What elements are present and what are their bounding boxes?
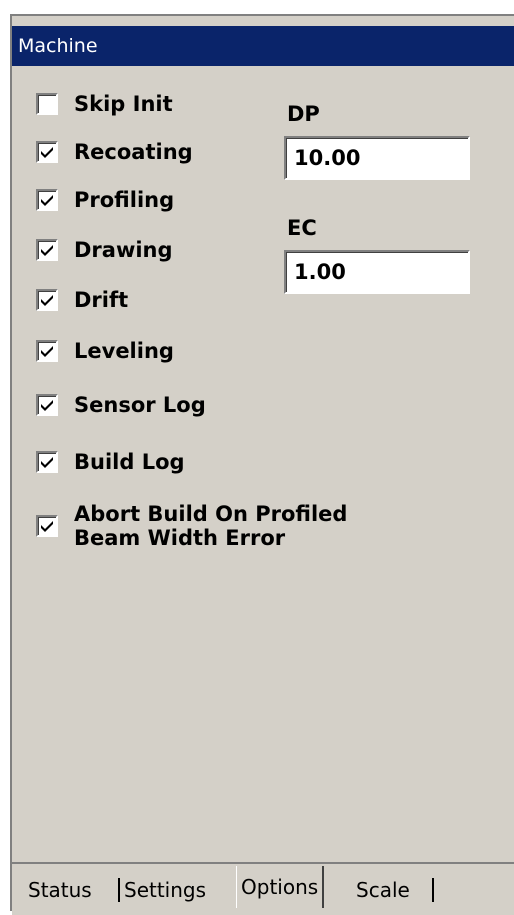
tab-status[interactable]: Status	[28, 874, 92, 906]
checkbox-box[interactable]	[36, 515, 58, 537]
checkbox-box[interactable]	[36, 451, 58, 473]
checkbox-build-log[interactable]: Build Log	[36, 450, 185, 474]
tab-scale[interactable]: Scale	[356, 874, 410, 906]
checkbox-skip-init[interactable]: Skip Init	[36, 92, 173, 116]
checkbox-label: Drift	[74, 288, 129, 312]
checkmark-icon	[41, 457, 53, 468]
checkbox-box[interactable]	[36, 93, 58, 115]
checkbox-box[interactable]	[36, 289, 58, 311]
checkbox-drawing[interactable]: Drawing	[36, 238, 173, 262]
checkbox-box[interactable]	[36, 239, 58, 261]
checkmark-icon	[41, 346, 53, 357]
checkbox-sensor-log[interactable]: Sensor Log	[36, 393, 206, 417]
checkbox-box[interactable]	[36, 189, 58, 211]
checkmark-icon	[41, 147, 53, 158]
checkbox-label: Recoating	[74, 140, 193, 164]
checkbox-label: Build Log	[74, 450, 185, 474]
checkmark-icon	[41, 195, 53, 206]
dp-field[interactable]	[284, 136, 470, 180]
checkmark-icon	[41, 521, 53, 532]
checkbox-box[interactable]	[36, 394, 58, 416]
checkbox-label: Skip Init	[74, 92, 173, 116]
checkbox-label: Drawing	[74, 238, 173, 262]
panel-title: Machine	[12, 26, 514, 66]
checkmark-icon	[41, 400, 53, 411]
tab-separator	[118, 878, 120, 902]
checkbox-drift[interactable]: Drift	[36, 288, 128, 312]
checkbox-leveling[interactable]: Leveling	[36, 339, 174, 363]
tab-options[interactable]: Options	[236, 866, 325, 908]
ec-field[interactable]	[284, 250, 470, 294]
dp-label: DP	[287, 102, 320, 126]
checkbox-box[interactable]	[36, 340, 58, 362]
checkbox-label: Sensor Log	[74, 393, 206, 417]
tab-separator	[432, 878, 434, 902]
checkbox-label: Leveling	[74, 339, 174, 363]
checkbox-profiling[interactable]: Profiling	[36, 188, 174, 212]
checkbox-label: Profiling	[74, 188, 175, 212]
checkbox-abort-build[interactable]: Abort Build On Profiled Beam Width Error	[36, 502, 347, 550]
tab-bar: Status Settings Options Scale	[12, 862, 514, 915]
checkbox-box[interactable]	[36, 141, 58, 163]
checkbox-label: Abort Build On Profiled Beam Width Error	[74, 502, 348, 550]
checkmark-icon	[41, 295, 53, 306]
ec-label: EC	[287, 216, 317, 240]
checkbox-recoating[interactable]: Recoating	[36, 140, 193, 164]
tab-settings[interactable]: Settings	[124, 874, 206, 906]
machine-panel: Machine Skip Init Recoating Profiling Dr…	[10, 14, 514, 915]
checkmark-icon	[41, 245, 53, 256]
